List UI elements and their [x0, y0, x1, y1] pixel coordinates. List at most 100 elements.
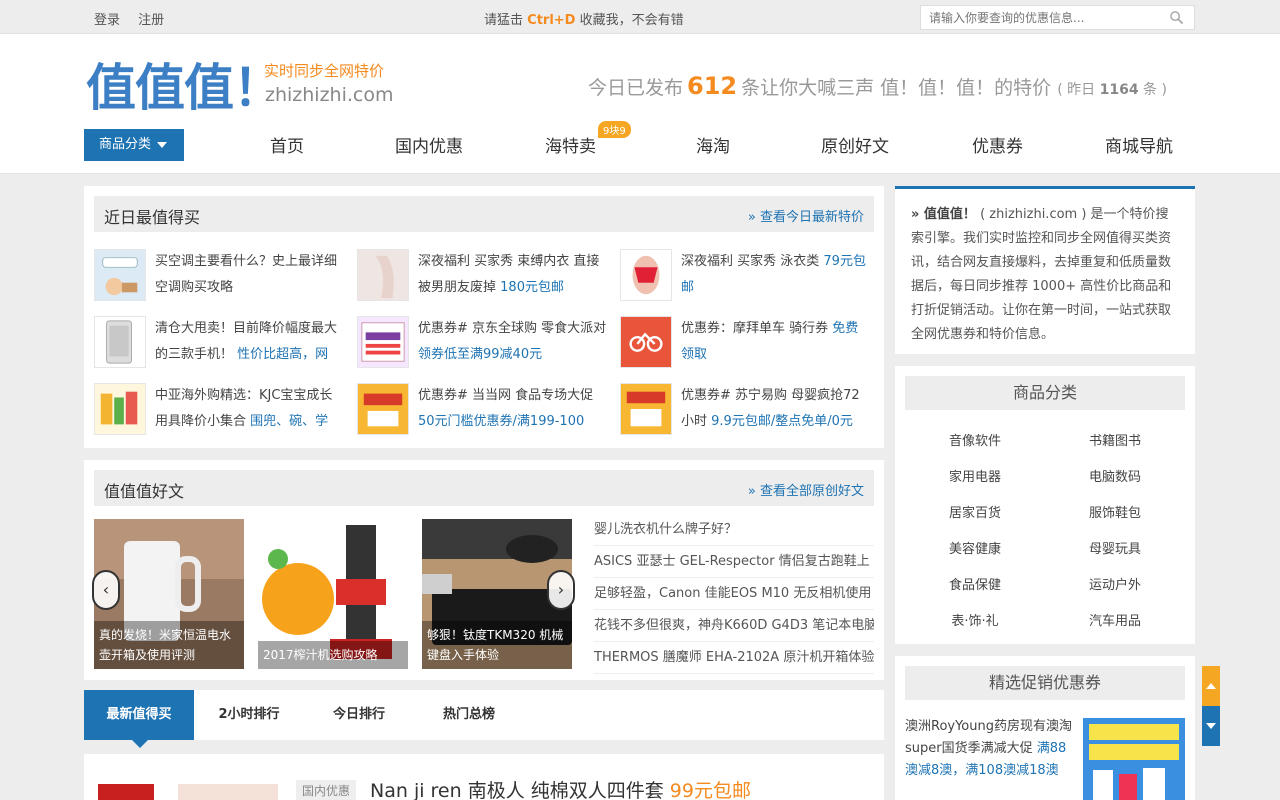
deal-title: 优惠券：摩拜单车 骑行券 — [681, 321, 829, 336]
feed-title[interactable]: Nan ji ren 南极人 纯棉双人四件套 99元包邮 — [370, 776, 751, 800]
deal-feed: 国内优惠 Nan ji ren 南极人 纯棉双人四件套 99元包邮 — [84, 754, 884, 800]
deal-item[interactable]: 优惠券# 苏宁易购 母婴疯抢72小时 9.9元包邮/整点免单/0元 — [620, 383, 875, 437]
category-link[interactable]: 电脑数码 — [1045, 466, 1185, 485]
scroll-top-button[interactable] — [1202, 666, 1220, 706]
category-dropdown-button[interactable]: 商品分类 — [84, 129, 184, 161]
bookmark-tip: 请猛击 Ctrl+D 收藏我，不会有错 — [484, 9, 684, 28]
category-link[interactable]: 表·饰·礼 — [905, 610, 1045, 629]
login-link[interactable]: 登录 — [94, 13, 120, 28]
nav-original[interactable]: 原创好文 — [821, 132, 889, 157]
top-bar: 登录 注册 请猛击 Ctrl+D 收藏我，不会有错 — [0, 0, 1280, 34]
about-box: » 值值值！ ( zhizhizhi.com ) 是一个特价搜索引擎。我们实时监… — [895, 186, 1195, 354]
deal-thumbnail[interactable] — [620, 383, 672, 435]
article-card[interactable]: 2017榨汁机选购攻略 — [258, 519, 408, 669]
yesterday-stats: ( 昨日 1164 条 ) — [1057, 82, 1167, 98]
carousel-prev-button[interactable]: ‹ — [92, 570, 120, 610]
site-logo[interactable]: 值值值！ — [86, 48, 283, 120]
search-box — [920, 5, 1195, 30]
nav-haitao[interactable]: 海淘 — [696, 132, 730, 157]
deal-item[interactable]: 深夜福利 买家秀 束缚内衣 直接被男朋友废掉 180元包邮 — [357, 249, 612, 303]
deal-item[interactable]: 优惠券# 当当网 食品专场大促 50元门槛优惠券/满199-100 — [357, 383, 612, 437]
deal-price: 50元门槛优惠券/满199-100 — [418, 414, 585, 429]
category-link[interactable]: 食品保健 — [905, 574, 1045, 593]
deal-item[interactable]: 深夜福利 买家秀 泳衣类 79元包邮 — [620, 249, 875, 303]
category-link[interactable]: 服饰鞋包 — [1045, 502, 1185, 521]
tab-latest[interactable]: 最新值得买 — [84, 690, 194, 748]
deal-thumbnail[interactable] — [620, 249, 672, 301]
nav-special-sale[interactable]: 海特卖 — [545, 132, 596, 157]
tab-notch — [132, 740, 148, 748]
logo-slogan: 实时同步全网特价 — [264, 62, 385, 80]
category-link[interactable]: 书籍图书 — [1045, 430, 1185, 449]
deal-thumbnail[interactable] — [94, 383, 146, 435]
search-input[interactable] — [921, 6, 1161, 29]
coupon-item[interactable]: 澳洲RoyYoung药房现有澳淘super国货季满减大促 满88澳减8澳，满10… — [905, 716, 1077, 782]
nav-badge: 9块9 — [598, 121, 631, 138]
deal-item[interactable]: 优惠券：摩拜单车 骑行券 免费领取 — [620, 316, 875, 370]
article-link[interactable]: THERMOS 膳魔师 EHA-2102A 原汁机开箱体验 — [594, 642, 874, 674]
feed-price: 99元包邮 — [669, 780, 751, 800]
tip-prefix: 请猛击 — [484, 13, 524, 28]
view-today-deals-link[interactable]: » 查看今日最新特价 — [748, 206, 864, 225]
category-link[interactable]: 母婴玩具 — [1045, 538, 1185, 557]
article-caption: 够狠！钛度TKM320 机械键盘入手体验 — [422, 621, 572, 669]
coupon-panel: 精选促销优惠券 澳洲RoyYoung药房现有澳淘super国货季满减大促 满88… — [895, 656, 1195, 800]
deal-item[interactable]: 清仓大甩卖！目前降价幅度最大的三款手机！ 性价比超高，网 — [94, 316, 349, 370]
deal-title: 优惠券# 当当网 食品专场大促 — [418, 388, 594, 403]
deal-thumbnail[interactable] — [357, 316, 409, 368]
tab-hot-ranking[interactable]: 热门总榜 — [414, 690, 524, 740]
tab-2h-ranking[interactable]: 2小时排行 — [194, 690, 304, 740]
article-link[interactable]: 花钱不多但很爽，神舟K660D G4D3 笔记本电脑 — [594, 610, 874, 642]
deal-item[interactable]: 中亚海外购精选：KJC宝宝成长用具降价小集合 围兜、碗、学 — [94, 383, 349, 437]
scroll-bottom-button[interactable] — [1202, 706, 1220, 746]
account-links: 登录 注册 — [94, 9, 178, 28]
feed-title-text: Nan ji ren 南极人 纯棉双人四件套 — [370, 780, 664, 800]
article-link[interactable]: 婴儿洗衣机什么牌子好？ — [594, 514, 874, 546]
deal-text: 优惠券# 当当网 食品专场大促 50元门槛优惠券/满199-100 — [418, 383, 608, 435]
deal-thumbnail[interactable] — [357, 249, 409, 301]
category-link[interactable]: 居家百货 — [905, 502, 1045, 521]
coupon-title: 精选促销优惠券 — [905, 666, 1185, 700]
recent-deals-title: 近日最值得买 — [104, 208, 201, 227]
deal-text: 优惠券# 苏宁易购 母婴疯抢72小时 9.9元包邮/整点免单/0元 — [681, 383, 871, 435]
today-prefix: 今日已发布 — [588, 77, 684, 99]
nav-coupons[interactable]: 优惠券 — [972, 132, 1023, 157]
category-link[interactable]: 运动户外 — [1045, 574, 1185, 593]
tip-suffix: 收藏我，不会有错 — [579, 13, 684, 28]
category-link[interactable]: 美容健康 — [905, 538, 1045, 557]
deal-thumbnail[interactable] — [94, 249, 146, 301]
about-text: ( zhizhizhi.com ) 是一个特价搜索引擎。我们实时监控和同步全网值… — [911, 207, 1172, 342]
deal-text: 优惠券：摩拜单车 骑行券 免费领取 — [681, 316, 871, 368]
feed-tag[interactable]: 国内优惠 — [296, 780, 357, 800]
deal-thumbnail[interactable] — [620, 316, 672, 368]
carousel-next-button[interactable]: › — [547, 570, 575, 610]
category-panel: 商品分类 音像软件 书籍图书 家用电器 电脑数码 居家百货 服饰鞋包 美容健康 … — [895, 366, 1195, 644]
category-link[interactable]: 音像软件 — [905, 430, 1045, 449]
deal-title: 深夜福利 买家秀 泳衣类 — [681, 254, 820, 269]
nav-mall-guide[interactable]: 商城导航 — [1105, 132, 1173, 157]
tab-today-ranking[interactable]: 今日排行 — [304, 690, 414, 740]
category-button-label: 商品分类 — [99, 137, 152, 152]
view-all-articles-link[interactable]: » 查看全部原创好文 — [748, 480, 864, 499]
coupon-image[interactable] — [1083, 718, 1185, 800]
category-link[interactable]: 家用电器 — [905, 466, 1045, 485]
deal-text: 中亚海外购精选：KJC宝宝成长用具降价小集合 围兜、碗、学 — [155, 383, 345, 435]
feed-item-image[interactable] — [98, 780, 278, 800]
search-icon[interactable] — [1169, 10, 1184, 25]
nav-domestic[interactable]: 国内优惠 — [395, 132, 463, 157]
article-link[interactable]: ASICS 亚瑟士 GEL-Respector 情侣复古跑鞋上 — [594, 546, 874, 578]
nav-home[interactable]: 首页 — [270, 132, 304, 157]
articles-header: 值值值好文 » 查看全部原创好文 — [94, 470, 874, 506]
deal-thumbnail[interactable] — [94, 316, 146, 368]
deal-price: 领券低至满99减40元 — [418, 347, 543, 362]
deal-price: 9.9元包邮/整点免单/0元 — [711, 414, 853, 429]
deal-item[interactable]: 优惠券# 京东全球购 零食大派对 领券低至满99减40元 — [357, 316, 612, 370]
category-link[interactable]: 汽车用品 — [1045, 610, 1185, 629]
logo-domain: zhizhizhi.com — [265, 84, 394, 106]
deal-text: 优惠券# 京东全球购 零食大派对 领券低至满99减40元 — [418, 316, 608, 368]
deal-thumbnail[interactable] — [357, 383, 409, 435]
deal-item[interactable]: 买空调主要看什么？史上最详细空调购买攻略 — [94, 249, 349, 303]
article-link[interactable]: 足够轻盈，Canon 佳能EOS M10 无反相机使用 — [594, 578, 874, 610]
about-brand: » 值值值！ — [911, 207, 976, 222]
register-link[interactable]: 注册 — [138, 13, 164, 28]
